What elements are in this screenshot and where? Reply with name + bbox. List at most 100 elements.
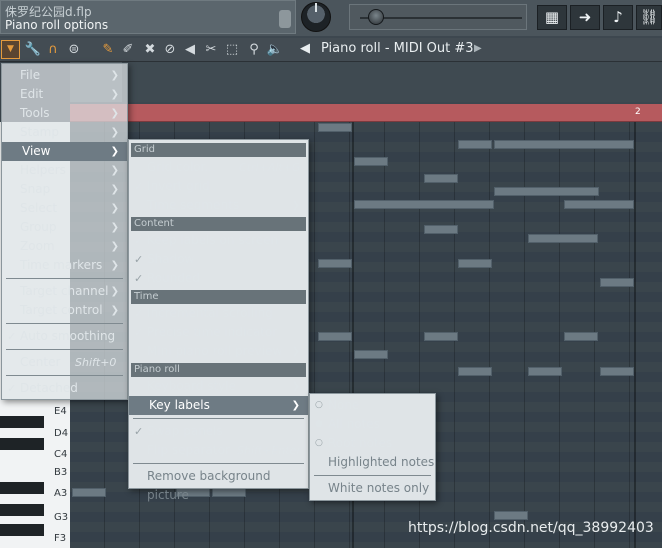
menu-item-tools[interactable]: Tools ❯ (2, 104, 127, 123)
check-icon: ✓ (134, 272, 144, 285)
menu-item-invert-grid[interactable]: ✓ Invert grid (129, 177, 308, 196)
select-icon[interactable]: ⬚ (222, 40, 242, 60)
menu-item-key-labels-white-only: White notes only (328, 481, 430, 495)
arrow-right-icon[interactable]: ➜ (570, 5, 600, 30)
event-panel (70, 62, 662, 102)
note[interactable] (424, 174, 458, 183)
bend-icon[interactable]: ♪ (603, 5, 633, 30)
menu-item-mini-preview[interactable]: Mini piano roll preview ❯ (129, 342, 308, 361)
menu-item-flip-separator[interactable]: Flip separator Shift+Enter (129, 441, 308, 460)
slider-thumb[interactable] (368, 9, 384, 25)
note[interactable] (600, 367, 634, 376)
menu-item-view[interactable]: View ❯ (2, 142, 127, 161)
menu-item-target-control[interactable]: Target control ❯ (2, 301, 127, 320)
note[interactable] (424, 225, 458, 234)
menu-item-edit[interactable]: Edit ❯ (2, 85, 127, 104)
note[interactable] (318, 259, 352, 268)
black-key[interactable] (0, 524, 44, 536)
menu-item-keyboard-style[interactable]: Keyboard style ❯ (129, 377, 308, 396)
menu-item-target-channel[interactable]: Target channel ❯ (2, 282, 127, 301)
pencil-icon[interactable]: ✎ (98, 40, 118, 60)
pin-icon[interactable] (279, 10, 291, 28)
speaker-icon[interactable]: 🔈 (265, 40, 285, 60)
note[interactable] (494, 187, 599, 196)
menu-item-time-markers[interactable]: Time markers ❯ (2, 256, 127, 275)
note[interactable] (354, 350, 388, 359)
brush-icon[interactable]: ✐ (118, 40, 138, 60)
menu-item-snap[interactable]: Snap ❯ (2, 180, 127, 199)
menu-item-detached[interactable]: ✓ Detached (2, 379, 127, 398)
slice-icon[interactable]: ✂ (201, 40, 221, 60)
note[interactable] (458, 367, 492, 376)
watermark: https://blog.csdn.net/qq_38992403 (408, 520, 654, 536)
keyboard-icon[interactable]: ▦ (537, 5, 567, 30)
note[interactable] (354, 157, 388, 166)
delete-icon[interactable]: ✖ (140, 40, 160, 60)
timeline-ruler[interactable] (70, 104, 662, 122)
note[interactable] (494, 511, 528, 520)
menu-item-precise-time[interactable]: ✓ Precise time indicator (129, 323, 308, 342)
chevron-right-icon[interactable]: ▶ (474, 43, 482, 54)
note[interactable] (72, 488, 106, 497)
note[interactable] (494, 140, 634, 149)
black-key[interactable] (0, 482, 44, 494)
link-icon[interactable]: ⛓ (636, 5, 662, 30)
chevron-right-icon: ❯ (110, 222, 119, 233)
note[interactable] (458, 259, 492, 268)
section-header-grid: Grid (131, 143, 306, 157)
menu-item-time-segments[interactable]: Time segments ❯ (129, 196, 308, 215)
check-icon: ✓ (134, 425, 144, 438)
black-key[interactable] (0, 416, 44, 428)
menu-item-key-labels[interactable]: Key labels ❯ (129, 396, 308, 415)
chevron-right-icon: ❯ (291, 200, 300, 211)
menu-item-swap-panels[interactable]: ✓ Swap panels (129, 422, 308, 441)
section-header-piano-roll: Piano roll (131, 363, 306, 377)
menu-item-remove-background: Remove background picture (147, 469, 271, 502)
note[interactable] (458, 140, 492, 149)
menu-item-stamp[interactable]: Stamp ❯ (2, 123, 127, 142)
menu-item-grid-color[interactable]: Grid color... Ctrl+Alt+G (129, 158, 308, 177)
note[interactable] (564, 332, 598, 341)
menu-item-center[interactable]: Center Shift+0 (2, 353, 127, 372)
menu-item-helpers[interactable]: Helpers ❯ (2, 161, 127, 180)
note[interactable] (424, 332, 458, 341)
menu-item-auto-smoothing[interactable]: ✓ Auto smoothing (2, 327, 127, 346)
note[interactable] (528, 234, 598, 243)
menu-item-key-labels-none[interactable]: ○ None (310, 396, 435, 415)
note[interactable] (318, 332, 352, 341)
note[interactable] (528, 367, 562, 376)
menu-item-rounded[interactable]: ✓ Rounded (129, 269, 308, 288)
magnet-icon[interactable]: ∩ (43, 40, 63, 60)
black-key[interactable] (0, 438, 44, 450)
arrow-left-icon[interactable]: ◀ (300, 41, 310, 56)
chevron-right-icon: ❯ (110, 203, 119, 214)
options-menu-button[interactable]: ▼ (1, 40, 20, 59)
menu-item-keep-labels[interactable]: ✓ Keep labels on screen (129, 231, 308, 250)
mute-icon[interactable]: ⊘ (160, 40, 180, 60)
slider-track (360, 17, 522, 19)
note[interactable] (318, 123, 352, 132)
menu-item-key-labels-all[interactable]: ● All notes (310, 415, 435, 434)
menu-separator (133, 418, 304, 419)
chevron-right-icon: ❯ (110, 286, 119, 297)
radio-empty-icon: ○ (315, 400, 323, 410)
menu-item-key-labels-root[interactable]: ○ Root notes (310, 434, 435, 453)
note[interactable] (600, 278, 634, 287)
slip-icon[interactable]: ◀ (180, 40, 200, 60)
wrench-icon[interactable]: 🔧 (23, 40, 43, 60)
menu-item-zoom[interactable]: Zoom ❯ (2, 237, 127, 256)
title-box[interactable]: 侏罗纪公园d.flp Piano roll options (0, 0, 296, 34)
chevron-right-icon: ❯ (110, 165, 119, 176)
menu-circle-icon[interactable]: ⊜ (64, 40, 84, 60)
note[interactable] (564, 200, 634, 209)
key-label: D4 (54, 428, 69, 439)
menu-item-shadow[interactable]: ✓ Shadow (129, 250, 308, 269)
menu-item-group[interactable]: Group ❯ (2, 218, 127, 237)
menu-item-file[interactable]: File ❯ (2, 66, 127, 85)
menu-item-incremental-scrolling[interactable]: ✓ Incremental scrolling (129, 304, 308, 323)
note[interactable] (354, 200, 494, 209)
zoom-icon[interactable]: ⚲ (244, 40, 264, 60)
black-key[interactable] (0, 504, 44, 516)
menu-item-select[interactable]: Select ❯ (2, 199, 127, 218)
key-labels-submenu: ○ None ● All notes ○ Root notes Highlighted… (309, 393, 436, 501)
